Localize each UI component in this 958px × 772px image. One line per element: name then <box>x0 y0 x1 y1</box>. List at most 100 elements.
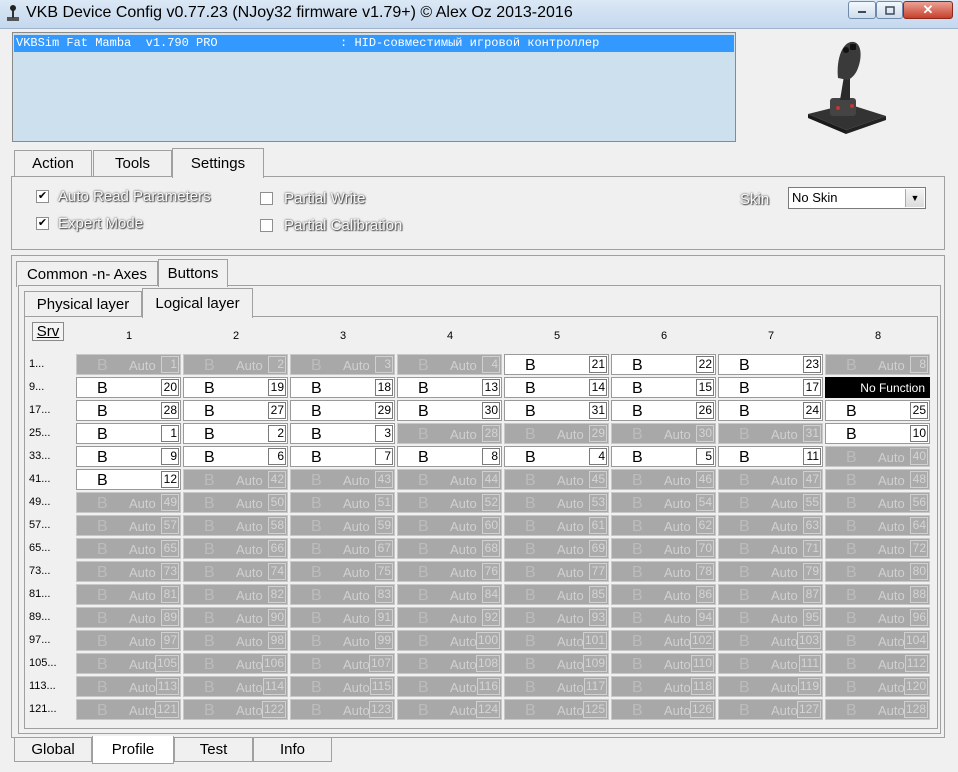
button-number[interactable]: 76 <box>482 563 500 580</box>
button-number[interactable]: 31 <box>589 402 607 419</box>
button-cell-auto[interactable]: B Auto 126 <box>611 699 716 720</box>
button-cell-auto[interactable]: B Auto 96 <box>825 607 930 628</box>
button-number[interactable]: 116 <box>476 678 500 695</box>
button-cell-auto[interactable]: B Auto 101 <box>504 630 609 651</box>
button-cell-manual[interactable]: B8 <box>397 446 502 467</box>
button-cell-manual[interactable]: B 24 <box>718 400 823 421</box>
button-cell-auto[interactable]: B Auto 85 <box>504 584 609 605</box>
button-number[interactable]: 28 <box>482 425 500 442</box>
button-cell-auto[interactable]: B Auto 97 <box>76 630 181 651</box>
button-cell-auto[interactable]: B Auto 104 <box>825 630 930 651</box>
tab-tools[interactable]: Tools <box>93 150 172 176</box>
button-number[interactable]: 121 <box>154 701 179 718</box>
button-cell-auto[interactable]: B Auto 64 <box>825 515 930 536</box>
button-number[interactable]: 12 <box>161 471 179 488</box>
button-number[interactable]: 118 <box>690 678 714 695</box>
button-number[interactable]: 78 <box>696 563 714 580</box>
button-number[interactable]: 1 <box>161 356 179 373</box>
button-number[interactable]: 88 <box>910 586 928 603</box>
button-cell-manual[interactable]: B 15 <box>611 377 716 398</box>
button-cell-auto[interactable]: B Auto 123 <box>290 699 395 720</box>
button-cell-auto[interactable]: B Auto 57 <box>76 515 181 536</box>
button-number[interactable]: 70 <box>696 540 714 557</box>
button-cell-manual[interactable]: B 20 <box>76 377 181 398</box>
button-cell-auto[interactable]: B Auto 54 <box>611 492 716 513</box>
button-cell-auto[interactable]: B Auto 127 <box>718 699 823 720</box>
button-number[interactable]: 73 <box>161 563 179 580</box>
button-number[interactable]: 8 <box>482 448 500 465</box>
button-number[interactable]: 63 <box>803 517 821 534</box>
button-number[interactable]: 28 <box>161 402 179 419</box>
button-cell-manual[interactable]: B4 <box>504 446 609 467</box>
button-number[interactable]: 72 <box>910 540 928 557</box>
button-cell-auto[interactable]: B Auto 98 <box>183 630 288 651</box>
expert-mode-checkbox[interactable]: ✔ <box>36 217 49 230</box>
button-cell-auto[interactable]: B Auto 111 <box>718 653 823 674</box>
button-number[interactable]: 27 <box>268 402 286 419</box>
button-cell-auto[interactable]: B Auto 115 <box>290 676 395 697</box>
button-number[interactable]: 90 <box>268 609 286 626</box>
button-cell-auto[interactable]: B Auto 1 <box>76 354 181 375</box>
button-cell-auto[interactable]: B Auto 119 <box>718 676 823 697</box>
button-cell-auto[interactable]: B Auto 122 <box>183 699 288 720</box>
button-cell-auto[interactable]: B Auto 89 <box>76 607 181 628</box>
button-number[interactable]: 31 <box>803 425 821 442</box>
button-cell-manual[interactable]: B5 <box>611 446 716 467</box>
tab-info[interactable]: Info <box>253 738 332 762</box>
button-number[interactable]: 126 <box>689 701 714 718</box>
button-number[interactable]: 71 <box>803 540 821 557</box>
button-cell-auto[interactable]: B Auto 125 <box>504 699 609 720</box>
button-number[interactable]: 108 <box>475 655 500 672</box>
button-number[interactable]: 112 <box>904 655 928 672</box>
button-number[interactable]: 30 <box>482 402 500 419</box>
button-number[interactable]: 82 <box>268 586 286 603</box>
button-cell-auto[interactable]: B Auto 72 <box>825 538 930 559</box>
button-cell-auto[interactable]: B Auto 78 <box>611 561 716 582</box>
button-number[interactable]: 74 <box>268 563 286 580</box>
button-number[interactable]: 69 <box>589 540 607 557</box>
button-cell-manual[interactable]: B 30 <box>397 400 502 421</box>
button-number[interactable]: 55 <box>803 494 821 511</box>
button-cell-auto[interactable]: B Auto 112 <box>825 653 930 674</box>
button-number[interactable]: 1 <box>161 425 179 442</box>
button-number[interactable]: 25 <box>910 402 928 419</box>
button-cell-auto[interactable]: B Auto 67 <box>290 538 395 559</box>
button-cell-manual[interactable]: B 10 <box>825 423 930 444</box>
button-number[interactable]: 57 <box>161 517 179 534</box>
partial-calibration-checkbox[interactable] <box>260 219 273 232</box>
button-number[interactable]: 100 <box>475 632 500 649</box>
skin-dropdown[interactable]: No Skin ▼ <box>788 187 926 209</box>
button-cell-manual[interactable]: B9 <box>76 446 181 467</box>
button-cell-auto[interactable]: B Auto 31 <box>718 423 823 444</box>
button-cell-auto[interactable]: B Auto 65 <box>76 538 181 559</box>
button-number[interactable]: 106 <box>261 655 286 672</box>
button-number[interactable]: 61 <box>589 517 607 534</box>
button-cell-auto[interactable]: B Auto 4 <box>397 354 502 375</box>
button-number[interactable]: 9 <box>161 448 179 465</box>
button-number[interactable]: 29 <box>375 402 393 419</box>
button-cell-auto[interactable]: B Auto 60 <box>397 515 502 536</box>
button-cell-auto[interactable]: B Auto 70 <box>611 538 716 559</box>
button-number[interactable]: 83 <box>375 586 393 603</box>
button-cell-auto[interactable]: B Auto 80 <box>825 561 930 582</box>
button-cell-auto[interactable]: B Auto 44 <box>397 469 502 490</box>
button-cell-auto[interactable]: B Auto 110 <box>611 653 716 674</box>
button-number[interactable]: 46 <box>696 471 714 488</box>
button-cell-auto[interactable]: B Auto 99 <box>290 630 395 651</box>
button-cell-manual[interactable]: B 19 <box>183 377 288 398</box>
button-number[interactable]: 101 <box>582 632 607 649</box>
button-cell-auto[interactable]: B Auto 103 <box>718 630 823 651</box>
button-number[interactable]: 40 <box>910 448 928 465</box>
button-cell-auto[interactable]: B Auto 71 <box>718 538 823 559</box>
button-number[interactable]: 2 <box>268 425 286 442</box>
button-number[interactable]: 22 <box>696 356 714 373</box>
tab-logical-layer[interactable]: Logical layer <box>142 288 253 318</box>
button-cell-manual[interactable]: B 12 <box>76 469 181 490</box>
button-number[interactable]: 103 <box>796 632 821 649</box>
button-number[interactable]: 60 <box>482 517 500 534</box>
button-number[interactable]: 42 <box>268 471 286 488</box>
button-number[interactable]: 51 <box>375 494 393 511</box>
button-cell-auto[interactable]: B Auto 90 <box>183 607 288 628</box>
button-number[interactable]: 85 <box>589 586 607 603</box>
button-cell-auto[interactable]: B Auto 82 <box>183 584 288 605</box>
